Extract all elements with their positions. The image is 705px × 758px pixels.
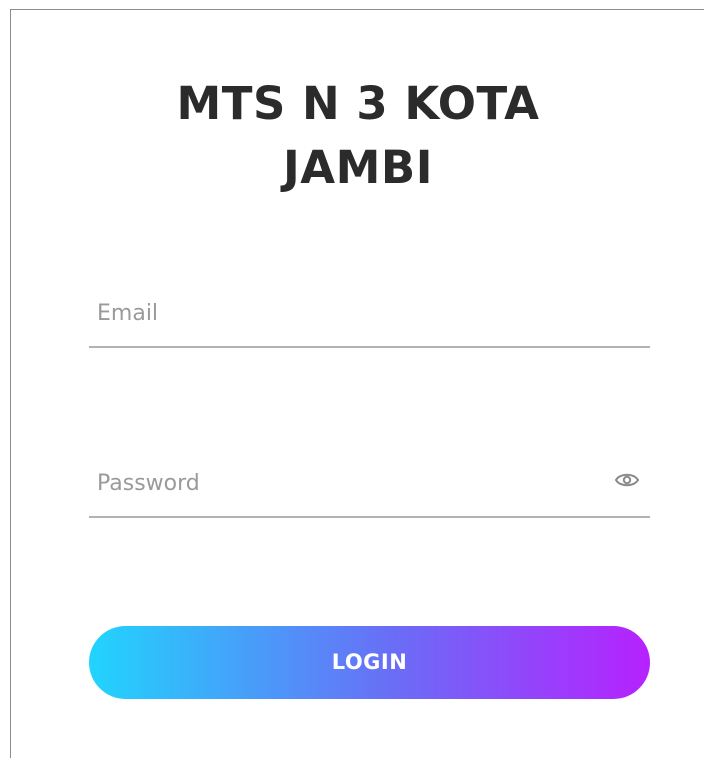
email-field[interactable] <box>97 298 597 328</box>
login-card: MTS N 3 KOTA JAMBI LOGIN <box>10 9 704 758</box>
title-line-1: MTS N 3 KOTA <box>176 77 540 130</box>
eye-icon[interactable] <box>614 468 640 492</box>
login-button[interactable]: LOGIN <box>89 626 650 699</box>
title-line-2: JAMBI <box>283 141 433 194</box>
email-field-wrapper <box>89 298 650 348</box>
page-title: MTS N 3 KOTA JAMBI <box>11 72 705 200</box>
password-field[interactable] <box>97 468 597 498</box>
password-field-wrapper <box>89 468 650 518</box>
